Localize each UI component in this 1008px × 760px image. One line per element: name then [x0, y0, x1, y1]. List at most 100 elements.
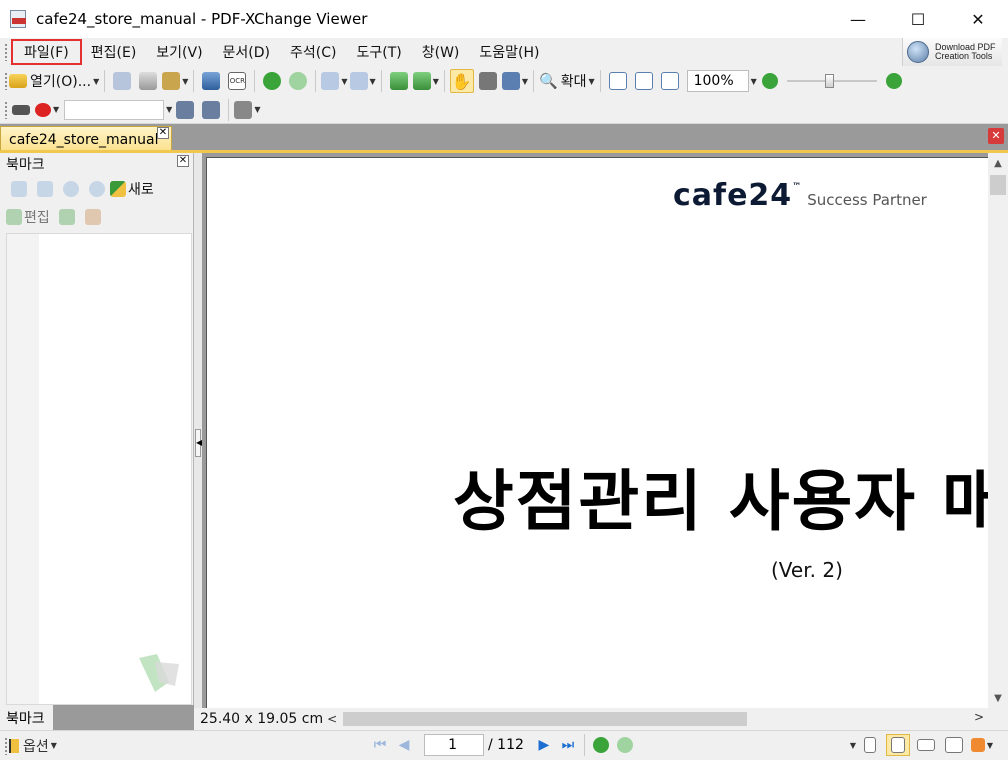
- actual-size-button[interactable]: [606, 69, 630, 93]
- menu-window[interactable]: 창(W): [412, 40, 470, 64]
- collapse-all-button[interactable]: [32, 178, 58, 200]
- close-document-icon[interactable]: ✕: [988, 128, 1004, 144]
- print-button[interactable]: [136, 69, 160, 93]
- bookmark-zoom-in-button[interactable]: [58, 178, 84, 200]
- next-page-button[interactable]: ▶: [534, 735, 554, 755]
- find-next-button[interactable]: [199, 98, 223, 122]
- comment-tool-button[interactable]: ▼: [234, 98, 260, 122]
- bookmarks-footer-tab[interactable]: 북마크: [0, 705, 54, 730]
- chevron-down-icon[interactable]: ▼: [588, 77, 594, 86]
- zoom-in-tool-button[interactable]: 🔍 확대 ▼: [539, 69, 595, 93]
- single-page-button[interactable]: [858, 734, 882, 756]
- zoom-slider[interactable]: [786, 70, 877, 92]
- undo-button[interactable]: ▼: [321, 69, 348, 93]
- new-bookmark-button[interactable]: 새로: [110, 178, 158, 200]
- fit-width-icon: [660, 72, 679, 90]
- zoom-dropdown-icon[interactable]: ▼: [751, 77, 757, 86]
- options-button[interactable]: 옵션 ▼: [9, 734, 57, 758]
- menu-grip[interactable]: [4, 43, 8, 61]
- vertical-scrollbar[interactable]: ▲ ▼: [988, 153, 1008, 708]
- title-bar: cafe24_store_manual - PDF-XChange Viewer…: [0, 0, 1008, 38]
- horizontal-scroll-thumb[interactable]: [343, 712, 748, 726]
- zoom-in-label: 확대: [560, 74, 587, 90]
- page-size-label: 25.40 x 19.05 cm: [200, 711, 324, 727]
- new-bookmark-label: 새로: [128, 182, 154, 198]
- close-tab-icon[interactable]: ✕: [157, 127, 169, 139]
- find-button[interactable]: [9, 98, 33, 122]
- document-tab[interactable]: cafe24_store_manual ✕: [0, 126, 172, 152]
- zoom-slider-thumb[interactable]: [824, 74, 834, 88]
- page-layout-controls: ▼ ▼: [848, 734, 996, 756]
- back-button[interactable]: [260, 69, 284, 93]
- rotate-right-button[interactable]: ▼: [412, 69, 439, 93]
- toolbar-grip[interactable]: [4, 72, 8, 90]
- document-tab-strip: cafe24_store_manual ✕ ✕: [0, 124, 1008, 152]
- fit-width-button[interactable]: [658, 69, 682, 93]
- forward-button[interactable]: [286, 69, 310, 93]
- menu-help[interactable]: 도움말(H): [469, 40, 549, 64]
- menu-view[interactable]: 보기(V): [146, 40, 212, 64]
- chevron-down-icon[interactable]: ▼: [93, 77, 99, 86]
- open-button[interactable]: 열기(O)... ▼: [9, 69, 99, 93]
- scan-button[interactable]: [199, 69, 223, 93]
- fit-page-button[interactable]: [632, 69, 656, 93]
- email-button[interactable]: ▼: [162, 69, 188, 93]
- vertical-scroll-thumb[interactable]: [990, 175, 1006, 195]
- snapshot-button[interactable]: [476, 69, 500, 93]
- menu-file[interactable]: 파일(F): [11, 39, 82, 65]
- continuous-facing-button[interactable]: [942, 734, 966, 756]
- bookmarks-tree[interactable]: [6, 233, 192, 705]
- menu-comments[interactable]: 주석(C): [280, 40, 346, 64]
- delete-bookmark-button[interactable]: [80, 206, 106, 228]
- document-view[interactable]: cafe24 ™ Success Partner 상점관리 사용자 매뉴얼 (V…: [202, 153, 988, 708]
- collapse-panel-icon[interactable]: ◀: [195, 429, 202, 457]
- first-page-button[interactable]: ⏮: [370, 735, 390, 755]
- hand-tool-button[interactable]: ✋: [449, 69, 474, 93]
- redo-button[interactable]: ▼: [349, 69, 376, 93]
- prev-page-button[interactable]: ◀: [394, 735, 414, 755]
- close-panel-icon[interactable]: ✕: [177, 155, 189, 167]
- horizontal-scrollbar[interactable]: [343, 711, 983, 727]
- zoom-level-field[interactable]: 100%: [686, 70, 749, 92]
- find-prev-button[interactable]: [173, 98, 197, 122]
- bookmark-zoom-out-button[interactable]: [84, 178, 110, 200]
- search-dropdown-icon[interactable]: ▼: [166, 105, 172, 114]
- search-input[interactable]: [64, 99, 165, 120]
- horizontal-status-row: 25.40 x 19.05 cm < >: [194, 708, 1008, 730]
- continuous-facing-icon: [945, 737, 963, 753]
- edit-bookmark-button[interactable]: 편집: [6, 206, 54, 228]
- bookmark-properties-button[interactable]: [54, 206, 80, 228]
- extra-options-button[interactable]: ▼: [970, 734, 994, 756]
- layout-dropdown-icon[interactable]: ▼: [850, 741, 856, 750]
- zoom-in-button[interactable]: [882, 69, 906, 93]
- scroll-up-icon[interactable]: ▲: [988, 155, 1008, 173]
- last-page-button[interactable]: ⏭: [558, 735, 578, 755]
- facing-pages-button[interactable]: [914, 734, 938, 756]
- arrow-left-icon: [263, 72, 282, 90]
- menu-edit[interactable]: 편집(E): [81, 40, 147, 64]
- close-window-button[interactable]: ✕: [948, 0, 1008, 38]
- continuous-page-button[interactable]: [886, 734, 910, 756]
- panel-splitter[interactable]: ◀: [194, 153, 202, 730]
- history-back-button[interactable]: [591, 735, 611, 755]
- maximize-button[interactable]: ☐: [888, 0, 948, 38]
- toolbar-grip[interactable]: [4, 100, 8, 119]
- minimize-button[interactable]: —: [828, 0, 888, 38]
- expand-all-button[interactable]: [6, 178, 32, 200]
- download-pdf-tools-button[interactable]: Download PDF Creation Tools: [902, 38, 1002, 66]
- current-page-input[interactable]: 1: [424, 734, 484, 756]
- ask-search-button[interactable]: ▼: [35, 98, 59, 122]
- rotate-left-button[interactable]: [387, 69, 411, 93]
- save-button[interactable]: [110, 69, 134, 93]
- scroll-down-icon[interactable]: ▼: [988, 690, 1008, 708]
- chevron-down-icon[interactable]: ▼: [51, 741, 57, 750]
- select-text-button[interactable]: ▼: [501, 69, 528, 93]
- history-forward-button[interactable]: [615, 735, 635, 755]
- menu-document[interactable]: 문서(D): [213, 40, 280, 64]
- scroll-left-icon[interactable]: <: [327, 712, 337, 726]
- ocr-button[interactable]: OCR: [225, 69, 249, 93]
- scroll-right-icon[interactable]: >: [974, 710, 984, 724]
- zoom-out-button[interactable]: [758, 69, 782, 93]
- menu-tools[interactable]: 도구(T): [346, 40, 411, 64]
- statusbar-grip[interactable]: [4, 736, 8, 755]
